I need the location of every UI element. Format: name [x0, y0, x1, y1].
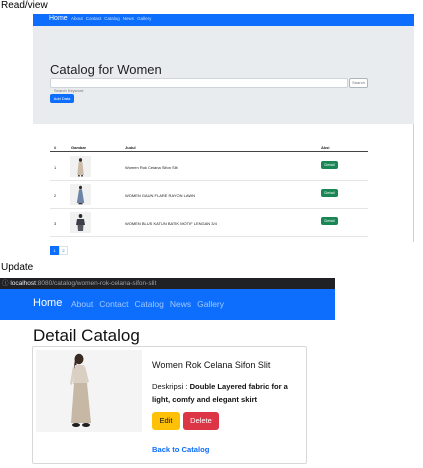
- add-data-button[interactable]: Add Data: [50, 94, 74, 103]
- address-bar[interactable]: ⓘ localhost:8080/catalog/women-rok-celan…: [0, 278, 335, 289]
- product-thumbnail: [70, 156, 91, 177]
- detail-card: Women Rok Celana Sifon Slit Deskripsi : …: [32, 346, 307, 464]
- page-1-button[interactable]: 1: [50, 246, 59, 255]
- row-title: Women Rok Celana Sifon Slit: [125, 165, 178, 170]
- navbar: Home About Contact Catalog News Gallery: [0, 289, 335, 320]
- read-view-screenshot: Home About Contact Catalog News Gallery …: [33, 14, 414, 255]
- pagination: 1 2: [50, 246, 68, 255]
- read-view-label: Read/view: [1, 0, 48, 11]
- col-image: Gambar: [71, 145, 87, 150]
- nav-link-catalog[interactable]: Catalog: [104, 16, 120, 21]
- product-image: [36, 350, 142, 432]
- search-button[interactable]: Search: [349, 78, 368, 88]
- page-title: Detail Catalog: [33, 326, 140, 345]
- search-input-wrapper[interactable]: [50, 78, 348, 95]
- table-row: 3 WOMEN BLUS KATUN BATIK MOTIF LENGAN 3/…: [50, 209, 368, 237]
- nav-home-link[interactable]: Home: [33, 297, 62, 309]
- navbar: Home About Contact Catalog News Gallery: [33, 14, 414, 26]
- product-thumbnail: [70, 212, 91, 233]
- url-host: localhost: [10, 280, 36, 287]
- search-input[interactable]: [51, 86, 347, 95]
- url-path: :8080/catalog/women-rok-celana-sifon-sli…: [35, 280, 157, 287]
- edit-button[interactable]: Edit: [152, 412, 180, 430]
- nav-link-news[interactable]: News: [170, 299, 191, 309]
- row-number: 1: [54, 165, 57, 170]
- table-row: 2 WOMEN GAUN FLARE RAYON LAWN Detail: [50, 181, 368, 209]
- nav-link-gallery[interactable]: Gallery: [137, 16, 151, 21]
- detail-button[interactable]: Detail: [321, 189, 338, 197]
- back-to-catalog-link[interactable]: Back to Catalog: [152, 445, 209, 454]
- col-action: Aksi: [321, 145, 330, 150]
- description-label: Deskripsi :: [152, 382, 188, 391]
- jumbotron: Catalog for Women Search Add Data: [33, 26, 414, 124]
- page-title: Catalog for Women: [50, 62, 162, 77]
- row-number: 3: [54, 221, 57, 226]
- table-header: # Gambar Judul Aksi: [50, 142, 368, 152]
- col-title: Judul: [125, 145, 136, 150]
- row-title: WOMEN GAUN FLARE RAYON LAWN: [125, 193, 196, 198]
- nav-home-link[interactable]: Home: [49, 15, 68, 22]
- page-2-button[interactable]: 2: [59, 246, 68, 255]
- nav-link-about[interactable]: About: [71, 16, 83, 21]
- row-number: 2: [54, 193, 57, 198]
- col-number: #: [54, 145, 57, 150]
- delete-button[interactable]: Delete: [183, 412, 219, 430]
- nav-link-contact[interactable]: Contact: [86, 16, 102, 21]
- nav-link-about[interactable]: About: [71, 299, 93, 309]
- nav-link-news[interactable]: News: [123, 16, 134, 21]
- nav-link-contact[interactable]: Contact: [99, 299, 128, 309]
- nav-link-gallery[interactable]: Gallery: [197, 299, 224, 309]
- row-title: WOMEN BLUS KATUN BATIK MOTIF LENGAN 3/4: [125, 221, 217, 226]
- product-description: Deskripsi : Double Layered fabric for a …: [152, 380, 304, 406]
- nav-link-catalog[interactable]: Catalog: [135, 299, 164, 309]
- nav-links: About Contact Catalog News Gallery: [71, 16, 151, 21]
- detail-button[interactable]: Detail: [321, 161, 338, 169]
- product-name: Women Rok Celana Sifon Slit: [152, 360, 271, 370]
- update-label: Update: [1, 262, 34, 273]
- table-row: 1 Women Rok Celana Sifon Slit Detail: [50, 153, 368, 181]
- detail-button[interactable]: Detail: [321, 217, 338, 225]
- nav-links: About Contact Catalog News Gallery: [71, 299, 224, 309]
- product-thumbnail: [70, 184, 91, 205]
- info-icon: ⓘ: [2, 280, 9, 287]
